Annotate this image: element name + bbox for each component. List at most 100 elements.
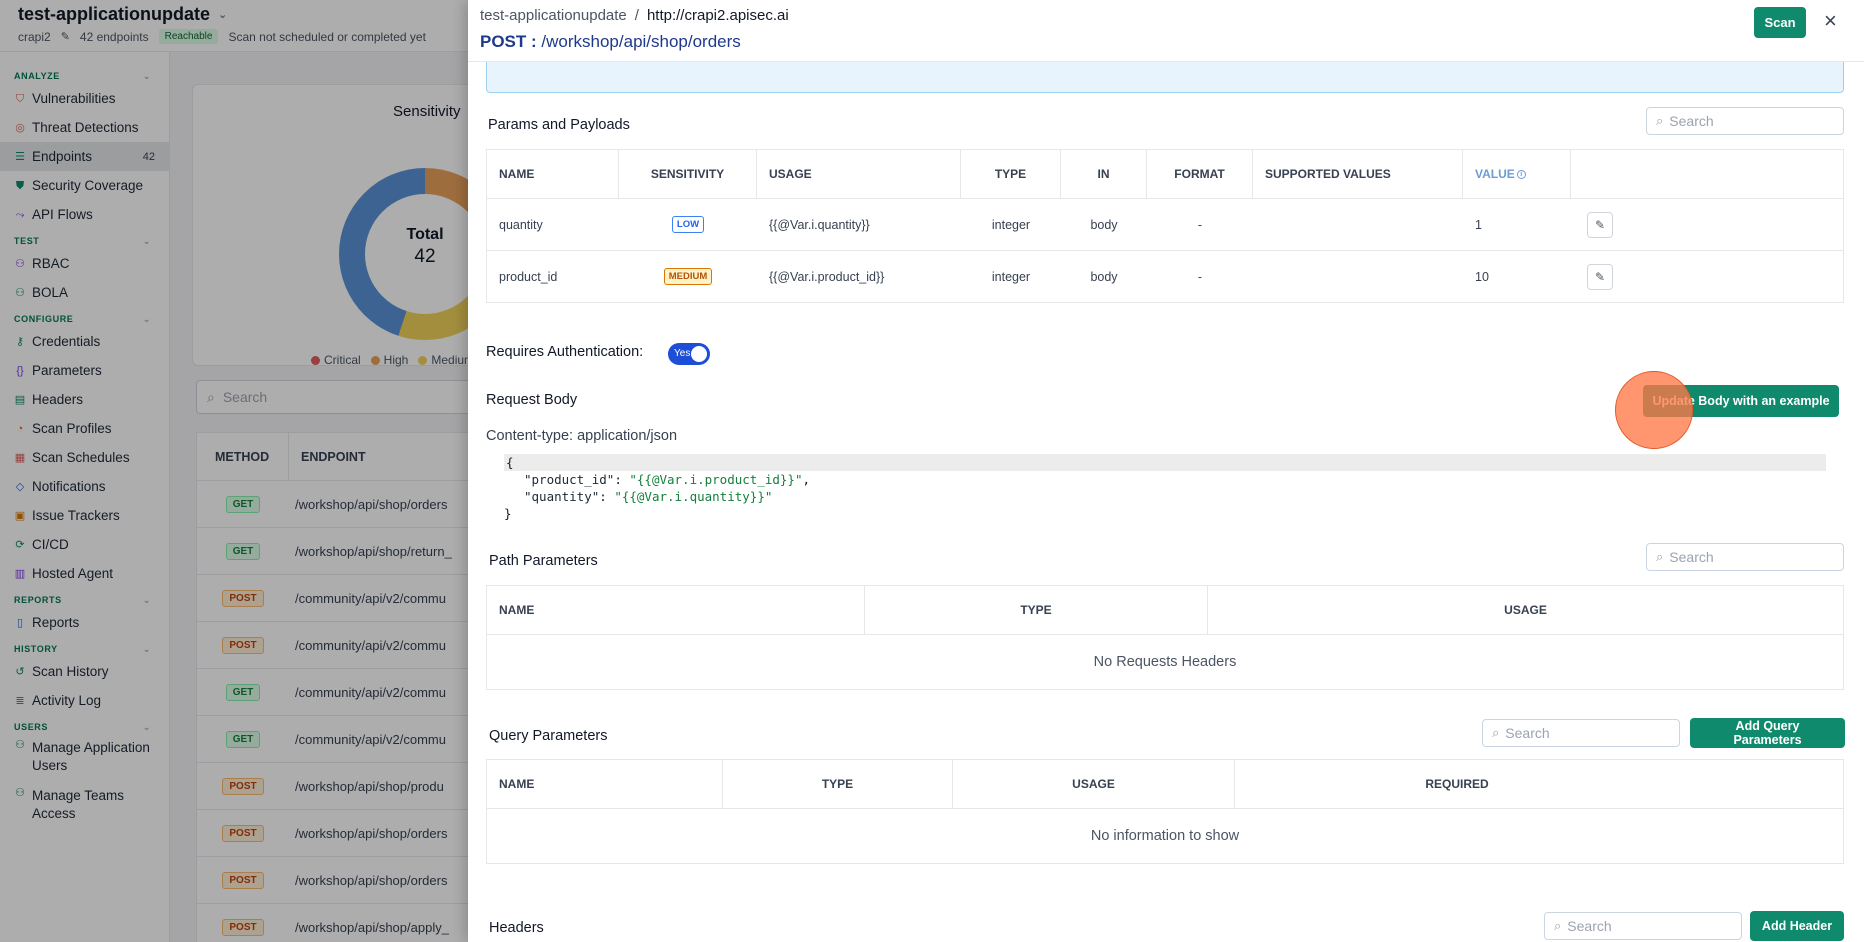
search-placeholder: Search	[1567, 918, 1612, 934]
code-line: }	[504, 506, 512, 521]
breadcrumb: test-applicationupdate / http://crapi2.a…	[480, 7, 789, 24]
headers-title: Headers	[489, 920, 544, 936]
param-in: body	[1061, 251, 1147, 302]
search-placeholder: Search	[1505, 725, 1550, 741]
column-header-label: SUPPORTED VALUES	[1265, 167, 1391, 181]
column-header-label: IN	[1097, 167, 1110, 181]
scan-button[interactable]: Scan	[1754, 7, 1806, 38]
column-header-label: NAME	[499, 167, 535, 181]
breadcrumb-separator: /	[634, 7, 639, 24]
column-header: TYPE	[865, 586, 1208, 634]
endpoint-detail-drawer: test-applicationupdate / http://crapi2.a…	[468, 0, 1864, 942]
json-key: "quantity"	[524, 489, 600, 504]
path-params-search-input[interactable]: ⌕ Search	[1646, 543, 1844, 571]
pencil-icon: ✎	[1594, 217, 1606, 232]
edit-button[interactable]: ✎	[1587, 263, 1613, 290]
headers-search-input[interactable]: ⌕ Search	[1544, 912, 1742, 940]
param-name-text: product_id	[499, 269, 558, 284]
auth-toggle[interactable]: Yes	[668, 343, 710, 365]
json-value: "{{@Var.i.quantity}}"	[614, 489, 773, 504]
endpoint-title: POST : /workshop/api/shop/orders	[480, 32, 741, 52]
search-placeholder: Search	[1669, 549, 1714, 565]
param-format-text: -	[1197, 217, 1203, 232]
path-params-title: Path Parameters	[489, 553, 598, 569]
column-header: USAGE	[953, 760, 1235, 808]
column-header-label: SENSITIVITY	[650, 167, 725, 181]
request-body-title: Request Body	[486, 392, 578, 408]
add-header-button[interactable]: Add Header	[1750, 911, 1844, 941]
column-header: FORMAT	[1147, 150, 1253, 198]
request-body-code[interactable]: {"product_id": "{{@Var.i.product_id}}", "…	[504, 454, 1826, 522]
search-icon: ⌕	[1554, 918, 1562, 933]
column-header: NAME	[487, 760, 723, 808]
table-row: product_id MEDIUM {{@Var.i.product_id}} int…	[487, 251, 1843, 302]
column-header: VALUE i	[1463, 150, 1571, 198]
param-format: -	[1147, 199, 1253, 250]
param-value-text: 1	[1475, 217, 1482, 232]
column-header: REQUIRED	[1425, 777, 1489, 791]
toggle-knob	[691, 346, 707, 362]
add-query-parameters-button[interactable]: Add Query Parameters	[1690, 718, 1845, 748]
empty-row-wrap: No Requests Headers	[487, 635, 1843, 689]
param-usage: {{@Var.i.quantity}}	[757, 199, 961, 250]
code-line: {	[504, 454, 1826, 471]
column-header: IN	[1061, 150, 1147, 198]
json-key: "product_id"	[524, 472, 615, 487]
close-icon[interactable]: ×	[1824, 9, 1837, 33]
params-table: NAME SENSITIVITY USAGE TYPE IN FORMAT SUPPORTE…	[486, 149, 1844, 303]
column-header: SENSITIVITY	[619, 150, 757, 198]
param-type-text: integer	[991, 269, 1031, 284]
column-header-label: USAGE	[769, 167, 812, 181]
info-icon[interactable]: i	[1516, 169, 1526, 179]
modal-overlay[interactable]	[0, 0, 468, 942]
query-params-title: Query Parameters	[489, 728, 608, 744]
param-name: quantity	[487, 199, 619, 250]
param-supported	[1253, 251, 1463, 302]
code-line: "product_id": "{{@Var.i.product_id}}",	[504, 471, 1826, 488]
empty-state-message: No information to show	[1090, 828, 1240, 844]
column-header-label: TYPE	[994, 167, 1027, 181]
row-actions: ✎	[1571, 251, 1629, 302]
json-value: "{{@Var.i.product_id}}"	[629, 472, 803, 487]
code-line: "quantity": "{{@Var.i.quantity}}"	[504, 488, 1826, 505]
column-header: SUPPORTED VALUES	[1253, 150, 1463, 198]
endpoint-method: POST :	[480, 32, 537, 51]
param-value: 1	[1463, 199, 1571, 250]
column-header: NAME	[487, 150, 619, 198]
edit-button[interactable]: ✎	[1587, 211, 1613, 238]
param-usage-text: {{@Var.i.product_id}}	[769, 269, 885, 284]
query-params-search-input[interactable]: ⌕ Search	[1482, 719, 1680, 747]
table-header: NAME TYPE USAGE REQUIRED	[487, 760, 1843, 809]
breadcrumb-app[interactable]: test-applicationupdate	[480, 7, 627, 24]
search-icon: ⌕	[1492, 725, 1500, 740]
params-search-input[interactable]: ⌕ Search	[1646, 107, 1844, 135]
search-icon: ⌕	[1656, 549, 1664, 564]
breadcrumb-url: http://crapi2.apisec.ai	[646, 7, 789, 24]
param-in: body	[1061, 199, 1147, 250]
drawer-header: test-applicationupdate / http://crapi2.a…	[468, 0, 1864, 62]
toggle-label: Yes	[674, 348, 691, 359]
sensitivity-badge: LOW	[671, 216, 705, 233]
column-header: NAME	[487, 586, 865, 634]
param-type: integer	[961, 251, 1061, 302]
column-header: TYPE	[961, 150, 1061, 198]
row-actions: ✎	[1571, 199, 1629, 250]
table-header: NAME TYPE USAGE	[487, 586, 1843, 635]
pencil-icon: ✎	[1594, 269, 1606, 284]
param-usage: {{@Var.i.product_id}}	[757, 251, 961, 302]
param-supported	[1253, 199, 1463, 250]
column-header: USAGE	[757, 150, 961, 198]
params-title: Params and Payloads	[488, 117, 630, 133]
sensitivity-badge: MEDIUM	[663, 268, 713, 285]
table-row: quantity LOW {{@Var.i.quantity}} integer bod…	[487, 199, 1843, 251]
column-header: USAGE	[1504, 603, 1547, 617]
param-format-text: -	[1197, 269, 1203, 284]
path-params-table: NAME TYPE USAGE No Requests Headers	[486, 585, 1844, 690]
json-punct: ,	[802, 472, 810, 487]
search-icon: ⌕	[1656, 113, 1664, 128]
param-sensitivity: MEDIUM	[619, 251, 757, 302]
param-type-text: integer	[991, 217, 1031, 232]
endpoint-path: /workshop/api/shop/orders	[541, 32, 741, 51]
column-header-actions	[1571, 150, 1629, 198]
empty-state-message: No Requests Headers	[1093, 654, 1237, 670]
